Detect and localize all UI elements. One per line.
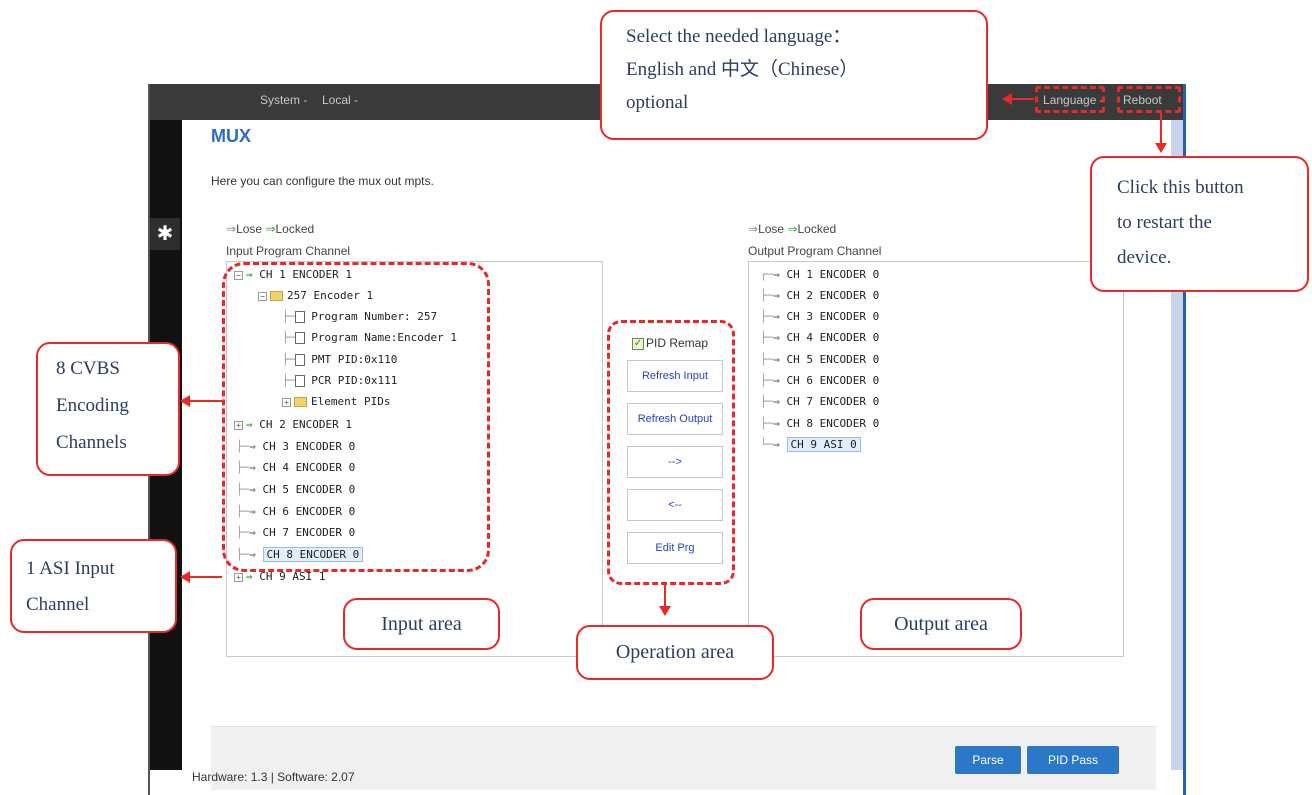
lose-arrow-icon: ⇒ — [773, 268, 780, 281]
reboot-highlight — [1117, 86, 1181, 113]
cvbs-arrow-line — [190, 400, 222, 402]
output-panel-label: Output Program Channel — [748, 244, 882, 258]
asi-callout: 1 ASI Input Channel — [10, 539, 177, 633]
arrow-left-icon — [180, 571, 190, 583]
menu-local[interactable]: Local - — [322, 93, 358, 107]
gear-icon[interactable]: ✱ — [150, 218, 180, 250]
lose-arrow-icon: ⇒ — [773, 310, 780, 323]
arrow-down-icon — [1155, 143, 1167, 153]
legend-locked: Locked — [797, 222, 837, 236]
arrow-left-icon — [180, 395, 190, 407]
output-row-ch2[interactable]: ├─⇒ CH 2 ENCODER 0 — [760, 287, 879, 305]
lose-arrow-icon: ⇒ — [773, 353, 780, 366]
operation-highlight — [607, 320, 735, 585]
input-panel-label: Input Program Channel — [226, 244, 351, 258]
menu-system[interactable]: System - — [260, 93, 307, 107]
legend-lose: Lose — [758, 222, 785, 236]
locked-arrow-icon: ⇒ — [787, 222, 798, 236]
arrow-left-icon — [1002, 93, 1012, 105]
lose-arrow-icon: ⇒ — [773, 289, 780, 302]
expand-icon[interactable]: + — [234, 572, 243, 582]
legend-lose: Lose — [236, 222, 263, 236]
page-title: MUX — [211, 126, 251, 146]
output-row-ch9[interactable]: └─⇒ CH 9 ASI 0 — [760, 436, 861, 454]
output-row-ch3[interactable]: ├─⇒ CH 3 ENCODER 0 — [760, 308, 879, 326]
lose-arrow-icon: ⇒ — [773, 374, 780, 387]
version-footer: Hardware: 1.3 | Software: 2.07 — [192, 770, 355, 784]
parse-button[interactable]: Parse — [955, 746, 1021, 774]
language-arrow-line — [1012, 98, 1034, 100]
output-row-ch7[interactable]: ├─⇒ CH 7 ENCODER 0 — [760, 393, 879, 411]
output-legend: ⇒Lose ⇒Locked — [748, 222, 836, 236]
lose-arrow-icon: ⇒ — [226, 222, 237, 236]
cvbs-callout: 8 CVBS Encoding Channels — [36, 342, 180, 476]
output-row-ch6[interactable]: ├─⇒ CH 6 ENCODER 0 — [760, 372, 879, 390]
arrow-down-icon — [659, 606, 671, 616]
operation-arrow-line — [664, 585, 666, 607]
output-area-label: Output area — [860, 598, 1022, 650]
output-row-ch4[interactable]: ├─⇒ CH 4 ENCODER 0 — [760, 329, 879, 347]
pid-pass-button[interactable]: PID Pass — [1027, 746, 1119, 774]
lose-arrow-icon: ⇒ — [773, 395, 780, 408]
lose-arrow-icon: ⇒ — [773, 417, 780, 430]
lose-arrow-icon: ⇒ — [773, 438, 780, 451]
output-row-ch5[interactable]: ├─⇒ CH 5 ENCODER 0 — [760, 351, 879, 369]
input-legend: ⇒Lose ⇒Locked — [226, 222, 314, 236]
selected-output-channel[interactable]: CH 9 ASI 0 — [786, 437, 861, 452]
input-highlight — [222, 262, 490, 572]
reboot-arrow-line — [1160, 113, 1162, 143]
asi-arrow-line — [190, 576, 222, 578]
lose-arrow-icon: ⇒ — [748, 222, 759, 236]
locked-arrow-icon: ⇒ — [265, 222, 276, 236]
legend-locked: Locked — [275, 222, 315, 236]
language-highlight — [1035, 86, 1105, 113]
operation-area-label: Operation area — [576, 625, 774, 680]
output-row-ch1[interactable]: ┌─⇒ CH 1 ENCODER 0 — [760, 266, 879, 284]
language-callout: Select the needed language： English and … — [600, 10, 988, 140]
reboot-callout: Click this button to restart the device. — [1090, 156, 1309, 292]
input-area-label: Input area — [343, 598, 500, 650]
output-row-ch8[interactable]: ├─⇒ CH 8 ENCODER 0 — [760, 415, 879, 433]
page-description: Here you can configure the mux out mpts. — [211, 174, 434, 188]
lose-arrow-icon: ⇒ — [773, 331, 780, 344]
